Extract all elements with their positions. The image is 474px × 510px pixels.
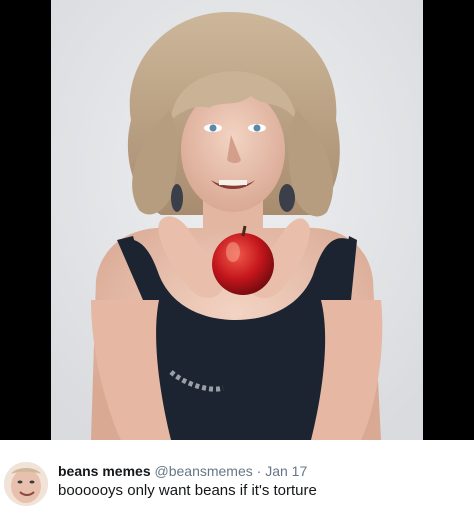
letterbox-left	[0, 0, 51, 440]
avatar[interactable]	[4, 462, 48, 506]
portrait-illustration	[51, 0, 423, 440]
apple-shape	[212, 233, 274, 295]
avatar-face-icon	[4, 462, 48, 506]
display-name[interactable]: beans memes	[58, 463, 151, 479]
media-photo[interactable]	[51, 0, 423, 440]
user-handle[interactable]: @beansmemes	[155, 463, 253, 479]
separator-dot: ·	[256, 463, 262, 479]
tweet-date[interactable]: Jan 17	[265, 463, 307, 479]
tweet-text: boooooys only want beans if it's torture	[58, 482, 317, 499]
tweet-header: beans memes @beansmemes · Jan 17	[58, 462, 307, 480]
tweet-media[interactable]	[0, 0, 474, 440]
letterbox-right	[423, 0, 474, 440]
